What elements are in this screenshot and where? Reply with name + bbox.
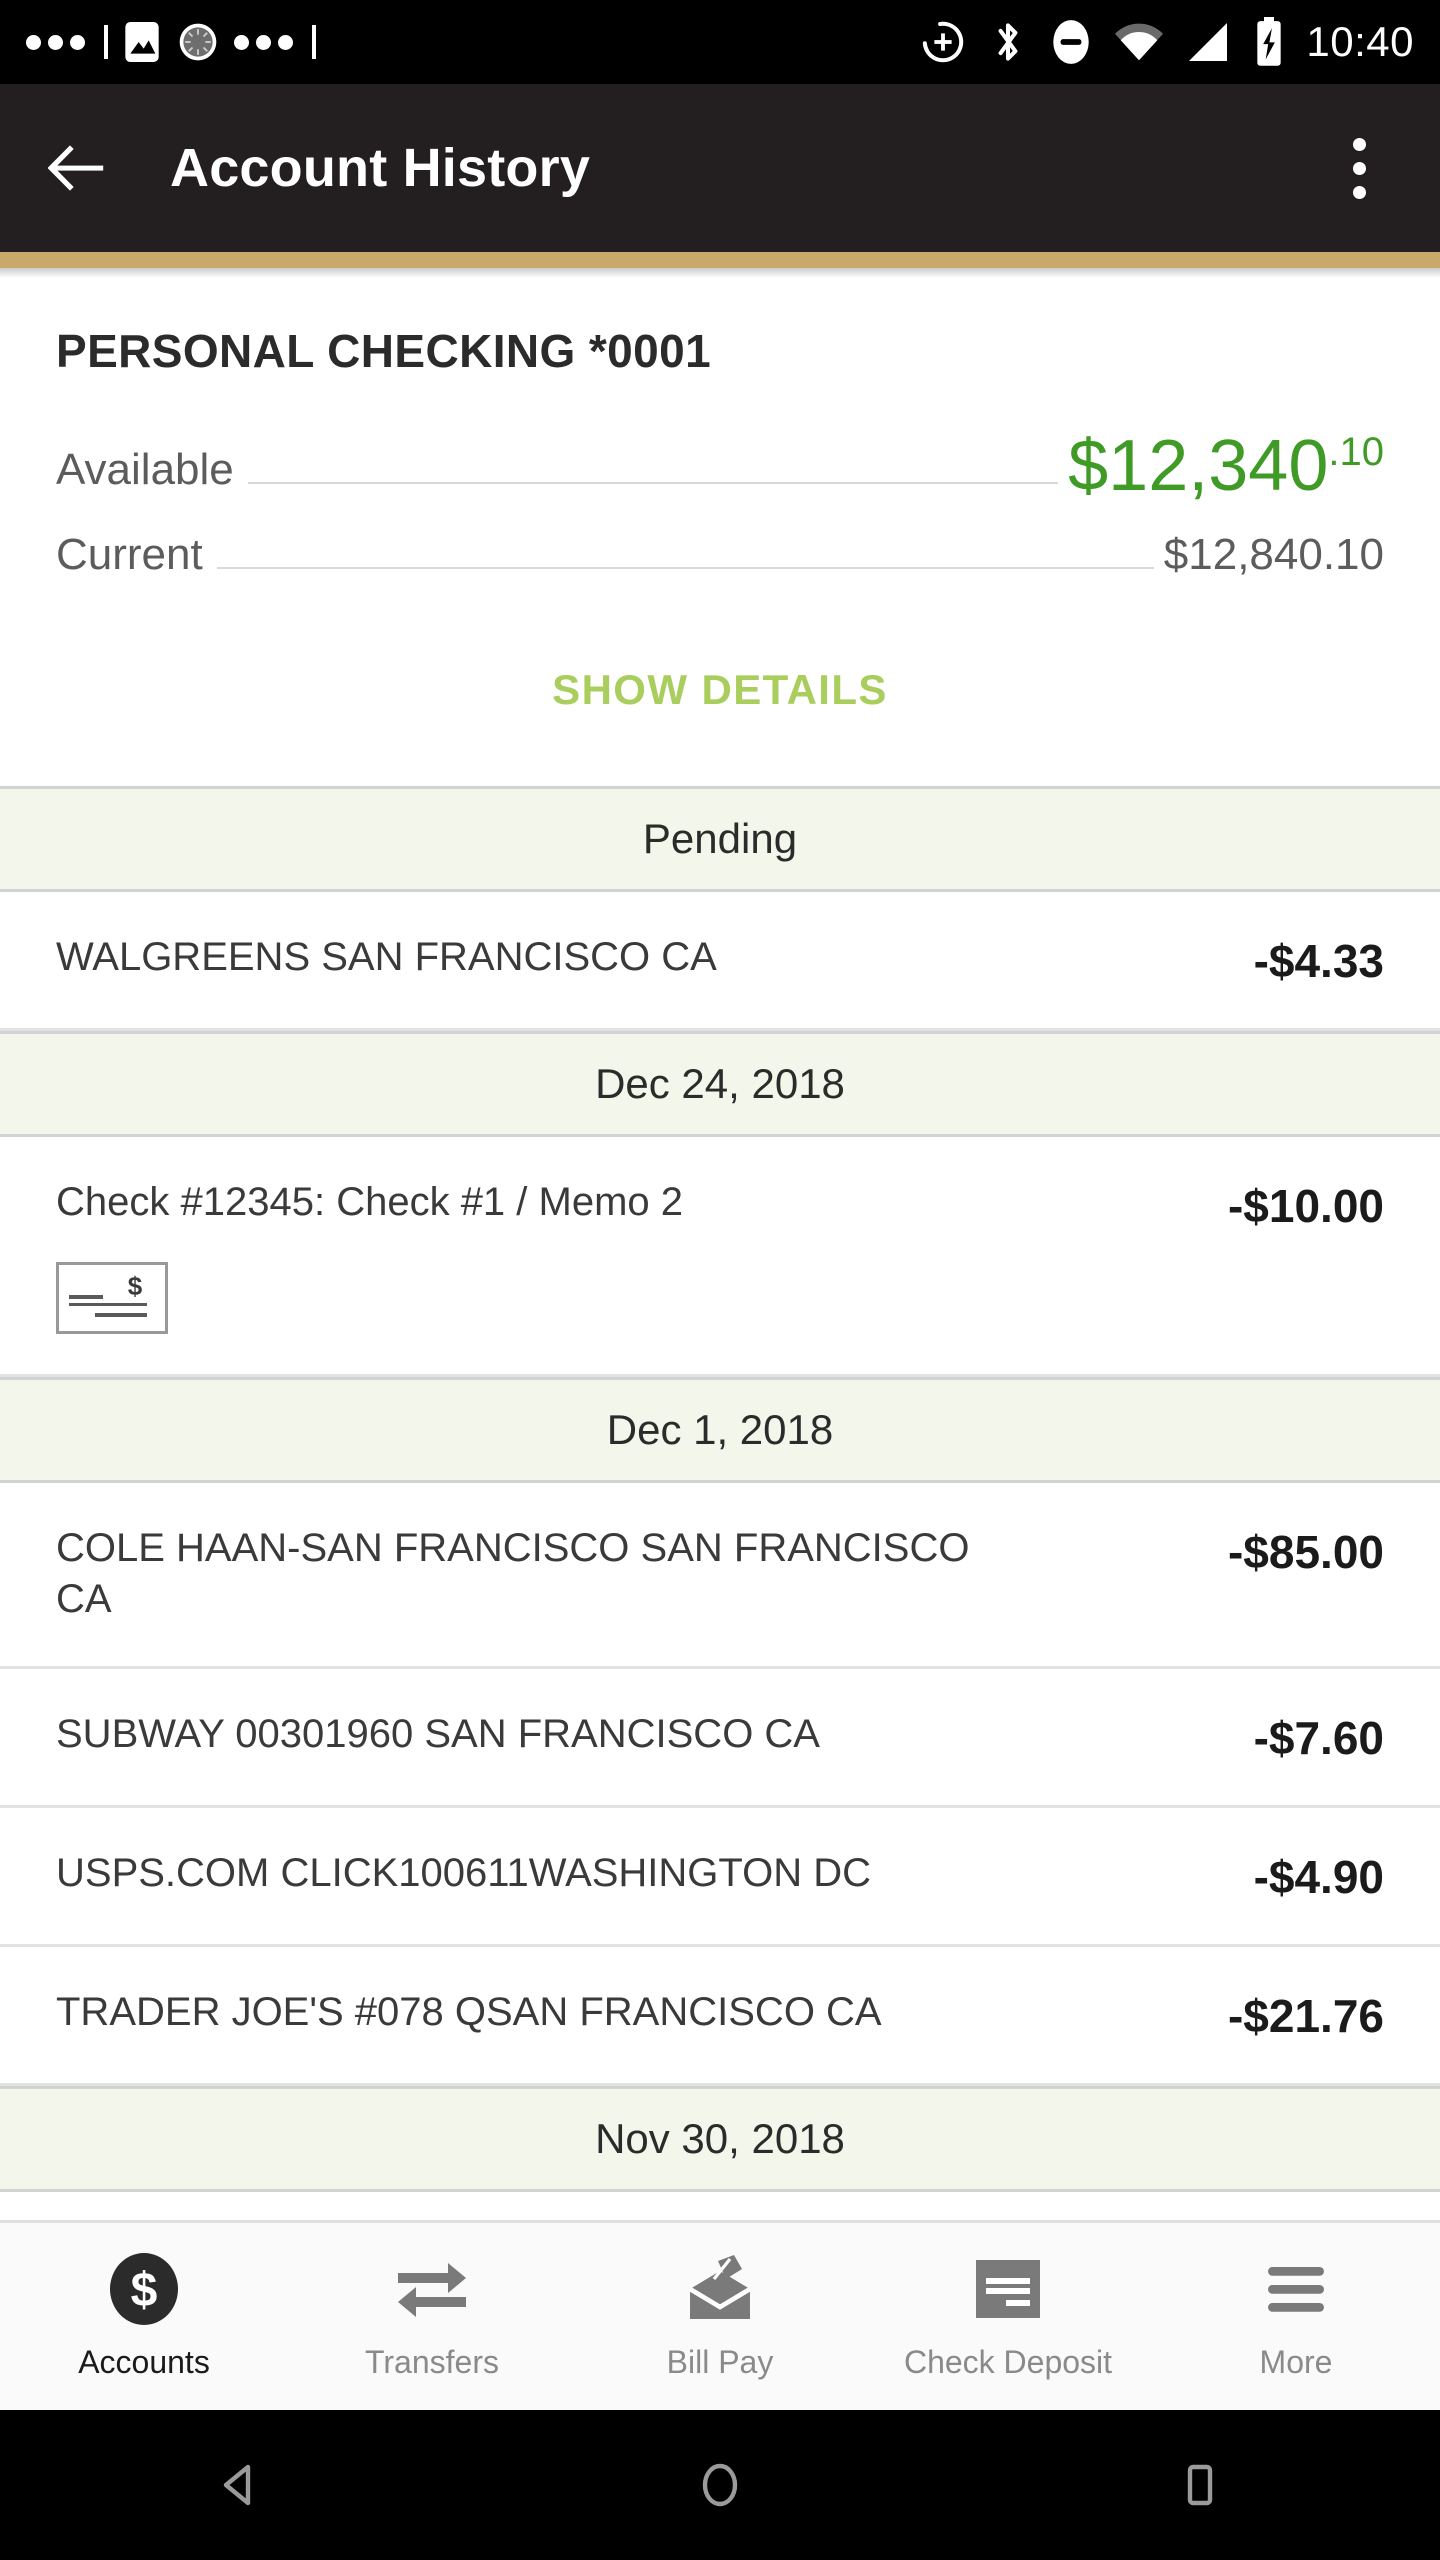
leader-line bbox=[216, 567, 1154, 569]
account-history-scroll[interactable]: PERSONAL CHECKING *0001 Available $12,34… bbox=[0, 268, 1440, 2220]
transaction-amount: -$85.00 bbox=[1227, 1526, 1384, 1579]
table-row[interactable]: SUBWAY 00301960 SAN FRANCISCO CA -$7.60 bbox=[0, 1668, 1440, 1808]
back-button[interactable] bbox=[46, 136, 110, 200]
check-thumbnail-icon[interactable]: $ bbox=[56, 1262, 168, 1335]
back-arrow-icon bbox=[48, 145, 104, 191]
tab-label-bill-pay: Bill Pay bbox=[666, 2344, 774, 2380]
section-header: Pending bbox=[0, 786, 1440, 892]
transaction-amount: -$10.00 bbox=[1227, 1180, 1384, 1232]
transaction-amount: -$21.76 bbox=[1227, 1989, 1384, 2042]
android-nav-bar bbox=[0, 2410, 1440, 2560]
show-details-container: SHOW DETAILS bbox=[56, 614, 1384, 786]
tab-accounts[interactable]: $ Accounts bbox=[0, 2223, 288, 2410]
available-amount: $12,340.10 bbox=[1068, 430, 1384, 502]
wifi-icon bbox=[1115, 23, 1164, 61]
transaction-list: Pending WALGREENS SAN FRANCISCO CA -$4.33 D… bbox=[0, 786, 1440, 2192]
android-home-icon[interactable] bbox=[660, 2425, 780, 2545]
tab-label-transfers: Transfers bbox=[365, 2344, 499, 2380]
phone-screen: 10:40 Account History PERSONAL CHECKING … bbox=[0, 0, 1440, 2560]
app-bar: Account History bbox=[0, 84, 1440, 252]
tab-more[interactable]: More bbox=[1152, 2223, 1440, 2410]
cellular-signal-icon bbox=[1189, 23, 1228, 61]
tab-bill-pay[interactable]: Bill Pay bbox=[576, 2223, 864, 2410]
android-status-bar: 10:40 bbox=[0, 0, 1440, 84]
tab-label-more: More bbox=[1259, 2344, 1333, 2380]
available-balance-row: Available $12,340.10 bbox=[56, 424, 1384, 502]
image-icon bbox=[125, 22, 159, 62]
bottom-tab-bar: $ Accounts Transfers Bill Pay Check Depo… bbox=[0, 2220, 1440, 2410]
svg-text:$: $ bbox=[128, 1271, 143, 1301]
table-row[interactable]: WALGREENS SAN FRANCISCO CA -$4.33 bbox=[0, 892, 1440, 1031]
transaction-description: TRADER JOE'S #078 QSAN FRANCISCO CA bbox=[56, 1989, 882, 2034]
transaction-description: SUBWAY 00301960 SAN FRANCISCO CA bbox=[56, 1711, 820, 1756]
more-dots-icon bbox=[26, 34, 85, 50]
transaction-description: COLE HAAN-SAN FRANCISCO SAN FRANCISCO CA bbox=[56, 1526, 970, 1622]
account-name: PERSONAL CHECKING *0001 bbox=[56, 325, 712, 377]
current-amount: $12,840.10 bbox=[1163, 530, 1384, 579]
table-row[interactable]: USPS.COM CLICK100611WASHINGTON DC -$4.90 bbox=[0, 1807, 1440, 1947]
table-row[interactable]: Check #12345: Check #1 / Memo 2 $ -$10.00 bbox=[0, 1137, 1440, 1378]
section-header: Dec 1, 2018 bbox=[0, 1377, 1440, 1484]
transaction-description: USPS.COM CLICK100611WASHINGTON DC bbox=[56, 1850, 872, 1895]
transaction-description: Check #12345: Check #1 / Memo 2 bbox=[56, 1180, 684, 1224]
table-row[interactable]: TRADER JOE'S #078 QSAN FRANCISCO CA -$21.… bbox=[0, 1946, 1440, 2086]
transfer-arrows-icon bbox=[394, 2252, 470, 2326]
section-header: Nov 30, 2018 bbox=[0, 2085, 1440, 2192]
tab-check-deposit[interactable]: Check Deposit bbox=[864, 2223, 1152, 2410]
show-details-button[interactable]: SHOW DETAILS bbox=[552, 666, 888, 714]
dollar-circle-icon: $ bbox=[108, 2252, 180, 2326]
overflow-menu-icon[interactable] bbox=[1324, 123, 1394, 213]
leader-line bbox=[247, 482, 1059, 484]
available-label: Available bbox=[56, 445, 234, 494]
check-deposit-icon bbox=[972, 2252, 1044, 2326]
available-cents: .10 bbox=[1328, 430, 1384, 474]
tab-label-check-deposit: Check Deposit bbox=[903, 2344, 1113, 2380]
tab-label-accounts: Accounts bbox=[78, 2344, 210, 2380]
page-title: Account History bbox=[170, 138, 591, 198]
location-add-icon bbox=[923, 21, 964, 63]
battery-charging-icon bbox=[1257, 17, 1282, 66]
transaction-description: WALGREENS SAN FRANCISCO CA bbox=[56, 935, 717, 979]
more-dots-icon bbox=[234, 34, 293, 50]
status-bar-notifications bbox=[26, 20, 316, 64]
transaction-amount: -$4.90 bbox=[1253, 1850, 1384, 1903]
status-bar-clock: 10:40 bbox=[1306, 18, 1414, 65]
transaction-amount: -$4.33 bbox=[1253, 935, 1384, 987]
transaction-amount: -$7.60 bbox=[1253, 1711, 1384, 1764]
content-shadow bbox=[0, 268, 1440, 278]
svg-text:$: $ bbox=[131, 2264, 158, 2317]
bluetooth-icon bbox=[998, 23, 1018, 61]
android-back-icon[interactable] bbox=[180, 2425, 300, 2545]
accent-rule bbox=[0, 252, 1440, 268]
notification-divider bbox=[312, 25, 316, 59]
envelope-pen-icon bbox=[682, 2252, 758, 2326]
do-not-disturb-icon bbox=[1053, 20, 1090, 64]
section-header: Dec 24, 2018 bbox=[0, 1031, 1440, 1137]
account-summary: PERSONAL CHECKING *0001 Available $12,34… bbox=[0, 278, 1440, 786]
available-dollars: $12,340 bbox=[1068, 426, 1329, 506]
tab-transfers[interactable]: Transfers bbox=[288, 2223, 576, 2410]
hamburger-menu-icon bbox=[1260, 2252, 1332, 2326]
android-recents-icon[interactable] bbox=[1140, 2425, 1260, 2545]
current-label: Current bbox=[56, 530, 203, 579]
spinner-icon bbox=[179, 23, 217, 61]
current-balance-row: Current $12,840.10 bbox=[56, 530, 1384, 580]
notification-divider bbox=[104, 25, 108, 59]
status-bar-system-icons: 10:40 bbox=[920, 17, 1414, 67]
table-row[interactable]: COLE HAAN-SAN FRANCISCO SAN FRANCISCO CA… bbox=[0, 1483, 1440, 1669]
